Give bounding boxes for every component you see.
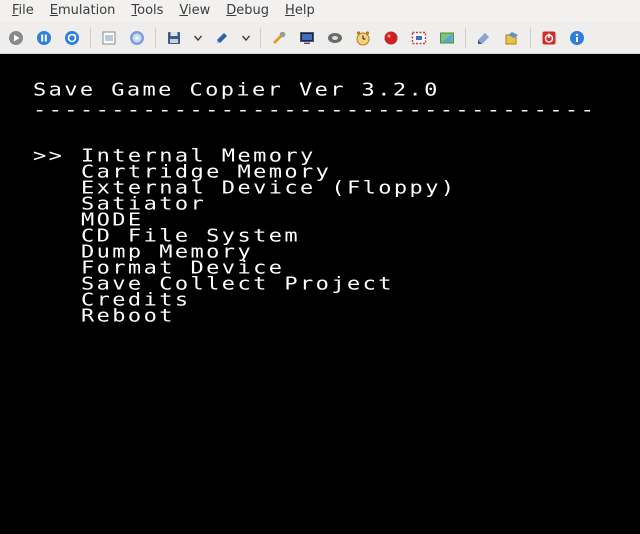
emulator-screen[interactable]: Save Game Copier Ver 3.2.0 -------------…	[0, 54, 640, 534]
chevron-down-icon	[241, 35, 251, 41]
cheats-icon	[478, 32, 489, 44]
pause-icon	[37, 30, 51, 45]
reset-button[interactable]	[62, 28, 82, 48]
backup-icon	[505, 31, 518, 44]
save-state-button[interactable]	[164, 28, 184, 48]
cd-drive-button[interactable]	[325, 28, 345, 48]
display-icon	[300, 31, 314, 44]
display-button[interactable]	[297, 28, 317, 48]
app-title: Save Game Copier Ver 3.2.0	[33, 79, 440, 101]
toolbar-separator	[90, 27, 91, 48]
toolbar-separator	[530, 27, 531, 48]
chevron-down-icon	[193, 35, 203, 41]
memory-icon	[384, 31, 398, 44]
memory-button[interactable]	[381, 28, 401, 48]
cheats-button[interactable]	[474, 28, 494, 48]
load-state-button[interactable]	[212, 28, 232, 48]
toolbar	[0, 22, 640, 54]
menu-file[interactable]: File	[4, 0, 42, 22]
stop-icon	[542, 31, 556, 44]
settings-button[interactable]	[269, 28, 289, 48]
info-button[interactable]	[567, 28, 587, 48]
disc-icon	[130, 30, 144, 45]
menu-bar: File Emulation Tools View Debug Help	[0, 0, 640, 22]
save-state-icon	[168, 31, 180, 44]
controller-button[interactable]	[437, 28, 457, 48]
toolbar-separator	[155, 27, 156, 48]
selection-cursor: >>	[33, 145, 65, 167]
timer-button[interactable]	[353, 28, 373, 48]
menu-view[interactable]: View	[171, 0, 218, 22]
toolbar-separator	[465, 27, 466, 48]
backup-button[interactable]	[502, 28, 522, 48]
emulator-window: File Emulation Tools View Debug Help Sav…	[0, 0, 640, 534]
save-state-dropdown[interactable]	[192, 28, 204, 48]
stop-button[interactable]	[539, 28, 559, 48]
load-state-dropdown[interactable]	[240, 28, 252, 48]
menu-option-reboot[interactable]: Reboot	[81, 307, 456, 325]
menu-debug[interactable]: Debug	[218, 0, 277, 22]
screenshot-icon	[102, 31, 116, 44]
menu-help[interactable]: Help	[277, 0, 323, 22]
play-icon	[9, 30, 23, 45]
debug-view-icon	[411, 31, 427, 44]
screenshot-button[interactable]	[99, 28, 119, 48]
cd-drive-icon	[328, 32, 342, 43]
pause-button[interactable]	[34, 28, 54, 48]
timer-icon	[356, 30, 370, 45]
controller-icon	[440, 32, 454, 43]
debug-view-button[interactable]	[409, 28, 429, 48]
menu-emulation[interactable]: Emulation	[42, 0, 124, 22]
play-button[interactable]	[6, 28, 26, 48]
reset-icon	[65, 30, 79, 45]
menu-tools[interactable]: Tools	[123, 0, 171, 22]
main-menu: Internal Memory Cartridge Memory Externa…	[81, 147, 456, 326]
title-divider: ------------------------------------	[33, 99, 597, 121]
toolbar-separator	[260, 27, 261, 48]
settings-icon	[273, 31, 286, 44]
disc-button[interactable]	[127, 28, 147, 48]
load-state-icon	[217, 32, 227, 43]
info-icon	[570, 30, 584, 45]
